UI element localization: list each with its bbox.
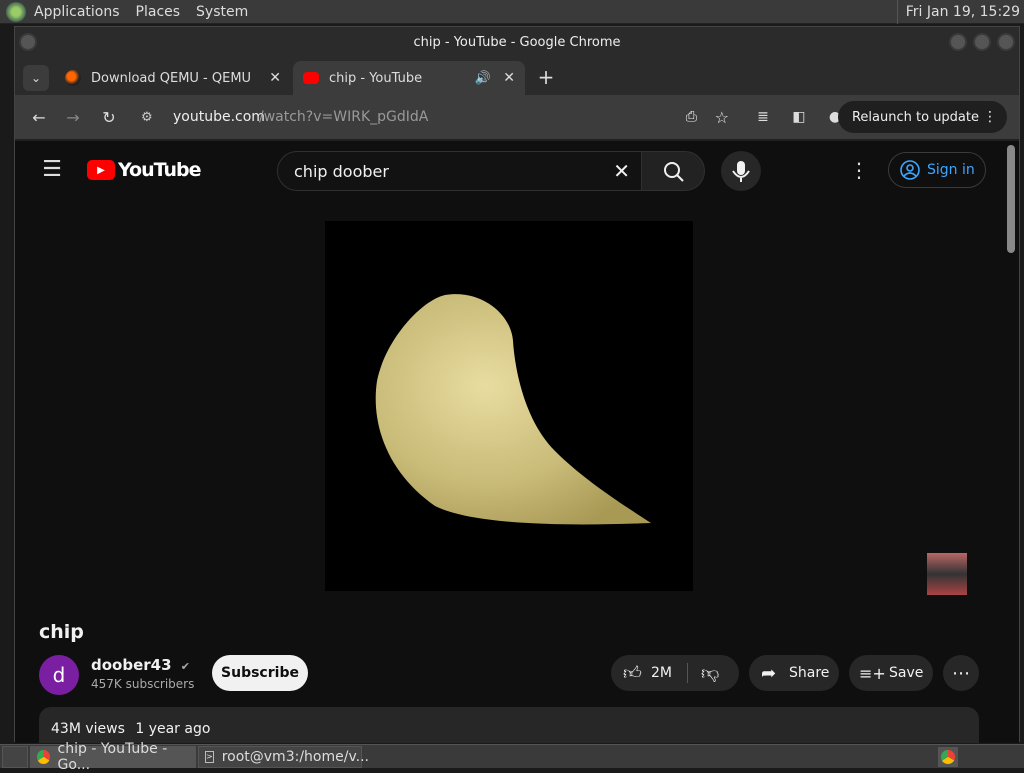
youtube-header: ☰ ▶ YouTube chip doober ✕ ⋮ Sign in [15,141,1005,197]
settings-menu-icon[interactable]: ⋮ [849,158,869,182]
save-playlist-icon: ≡+ [859,663,886,683]
youtube-play-icon: ▶ [87,160,115,180]
sign-in-label: Sign in [927,162,975,178]
os-logo-icon[interactable] [6,1,26,22]
channel-name-link[interactable]: doober43 ✔ [91,656,190,674]
tab-search-icon[interactable]: ⌄ [23,65,49,91]
more-actions-icon[interactable]: ⋯ [943,655,979,691]
search-value: chip doober [294,161,389,181]
bookmark-star-icon[interactable]: ☆ [715,108,729,127]
chrome-menu-icon[interactable]: ⋮ [983,109,997,125]
page-scrollbar[interactable] [1007,145,1015,253]
close-tab-icon[interactable]: ✕ [503,70,515,86]
youtube-logo[interactable]: ▶ YouTube [87,159,201,181]
youtube-favicon-icon [303,72,319,84]
voice-search-button[interactable] [721,151,761,191]
save-label: Save [889,665,924,681]
video-player[interactable] [325,221,693,591]
terminal-icon: > [205,750,214,763]
thumbnail-preview[interactable] [927,553,967,595]
share-icon: ➦ [761,662,777,684]
navigation-bar: ← → ↻ ⚙ youtube.com /watch?v=WIRK_pGdIdA… [15,95,1019,139]
clock[interactable]: Fri Jan 19, 15:29 [896,0,1020,24]
tab-label: chip - YouTube [329,70,423,86]
search-icon [664,162,684,182]
chrome-window: chip - YouTube - Google Chrome ⌄ Downloa… [14,26,1020,743]
account-icon [900,160,920,180]
tray-chrome-icon[interactable] [938,747,958,767]
channel-avatar[interactable]: d [39,655,79,695]
url-path: /watch?v=WIRK_pGdIdA [259,109,429,125]
url-host: youtube.com [173,109,265,125]
relaunch-button[interactable]: Relaunch to update ⋮ [837,101,1007,133]
back-icon[interactable]: ← [27,105,51,129]
description-box[interactable]: 43M views 1 year ago [39,707,979,743]
media-controls-icon[interactable]: ≣ [751,105,775,129]
desktop-taskbar: chip - YouTube - Go... > root@vm3:/home/… [0,741,1024,773]
verified-badge-icon: ✔ [180,660,190,673]
taskbar-item-label: root@vm3:/home/v... [221,748,369,765]
save-button[interactable]: ≡+ Save [849,655,933,691]
side-panel-icon[interactable]: ◧ [787,105,811,129]
channel-name: doober43 [91,656,172,674]
window-menu-icon[interactable] [19,33,37,51]
tab-strip: ⌄ Download QEMU - QEMU ✕ chip - YouTube … [15,57,1019,95]
taskbar-terminal-window[interactable]: > root@vm3:/home/v... [198,745,369,768]
site-info-icon[interactable]: ⚙ [141,110,153,125]
audio-playing-icon[interactable]: 🔊 [475,71,491,86]
tab-youtube[interactable]: chip - YouTube 🔊 ✕ [293,61,525,95]
close-tab-icon[interactable]: ✕ [269,70,281,86]
chrome-icon [37,749,50,764]
show-desktop-icon[interactable] [2,745,28,768]
youtube-logo-text: YouTube [118,159,201,181]
youtube-page: ☰ ▶ YouTube chip doober ✕ ⋮ Sign in chip… [15,141,1019,743]
tab-label: Download QEMU - QEMU [91,70,252,86]
reload-icon[interactable]: ↻ [97,105,121,129]
search-button[interactable] [641,151,705,191]
sign-in-button[interactable]: Sign in [888,152,986,188]
menu-applications[interactable]: Applications [26,0,128,24]
subscribe-button[interactable]: Subscribe [212,655,308,691]
menu-places[interactable]: Places [128,0,189,24]
tab-qemu[interactable]: Download QEMU - QEMU ✕ [55,61,291,95]
taskbar-chrome-window[interactable]: chip - YouTube - Go... [30,741,196,773]
address-bar[interactable]: ⚙ youtube.com /watch?v=WIRK_pGdIdA ⎙ ☆ [141,101,729,133]
like-divider [687,663,688,683]
like-icon[interactable]: 👍︎ [623,662,642,684]
share-button[interactable]: ➦ Share [749,655,839,691]
maximize-icon[interactable] [973,33,991,51]
desktop-top-panel: Applications Places System Fri Jan 19, 1… [0,0,1024,24]
subscriber-count: 457K subscribers [91,677,195,691]
install-app-icon[interactable]: ⎙ [686,109,697,125]
qemu-favicon-icon [65,70,81,86]
like-count[interactable]: 2M [651,665,672,681]
new-tab-icon[interactable]: + [535,65,557,89]
view-count: 43M views [51,721,125,737]
video-title: chip [39,621,84,643]
relaunch-label: Relaunch to update [851,109,979,125]
menu-system[interactable]: System [188,0,256,24]
like-dislike-group: 👍︎ 2M 👎︎ [611,655,739,691]
hamburger-menu-icon[interactable]: ☰ [39,157,65,182]
minimize-icon[interactable] [949,33,967,51]
close-window-icon[interactable] [997,33,1015,51]
window-titlebar[interactable]: chip - YouTube - Google Chrome [15,27,1019,57]
window-title: chip - YouTube - Google Chrome [413,34,621,50]
upload-age: 1 year ago [135,721,211,737]
forward-icon[interactable]: → [61,105,85,129]
microphone-icon [732,161,750,182]
avatar-initial: d [52,663,66,687]
chip-video-frame [375,294,651,525]
search-input[interactable]: chip doober ✕ [277,151,643,191]
dislike-icon[interactable]: 👎︎ [701,662,719,684]
clear-search-icon[interactable]: ✕ [613,159,630,183]
share-label: Share [789,665,830,681]
